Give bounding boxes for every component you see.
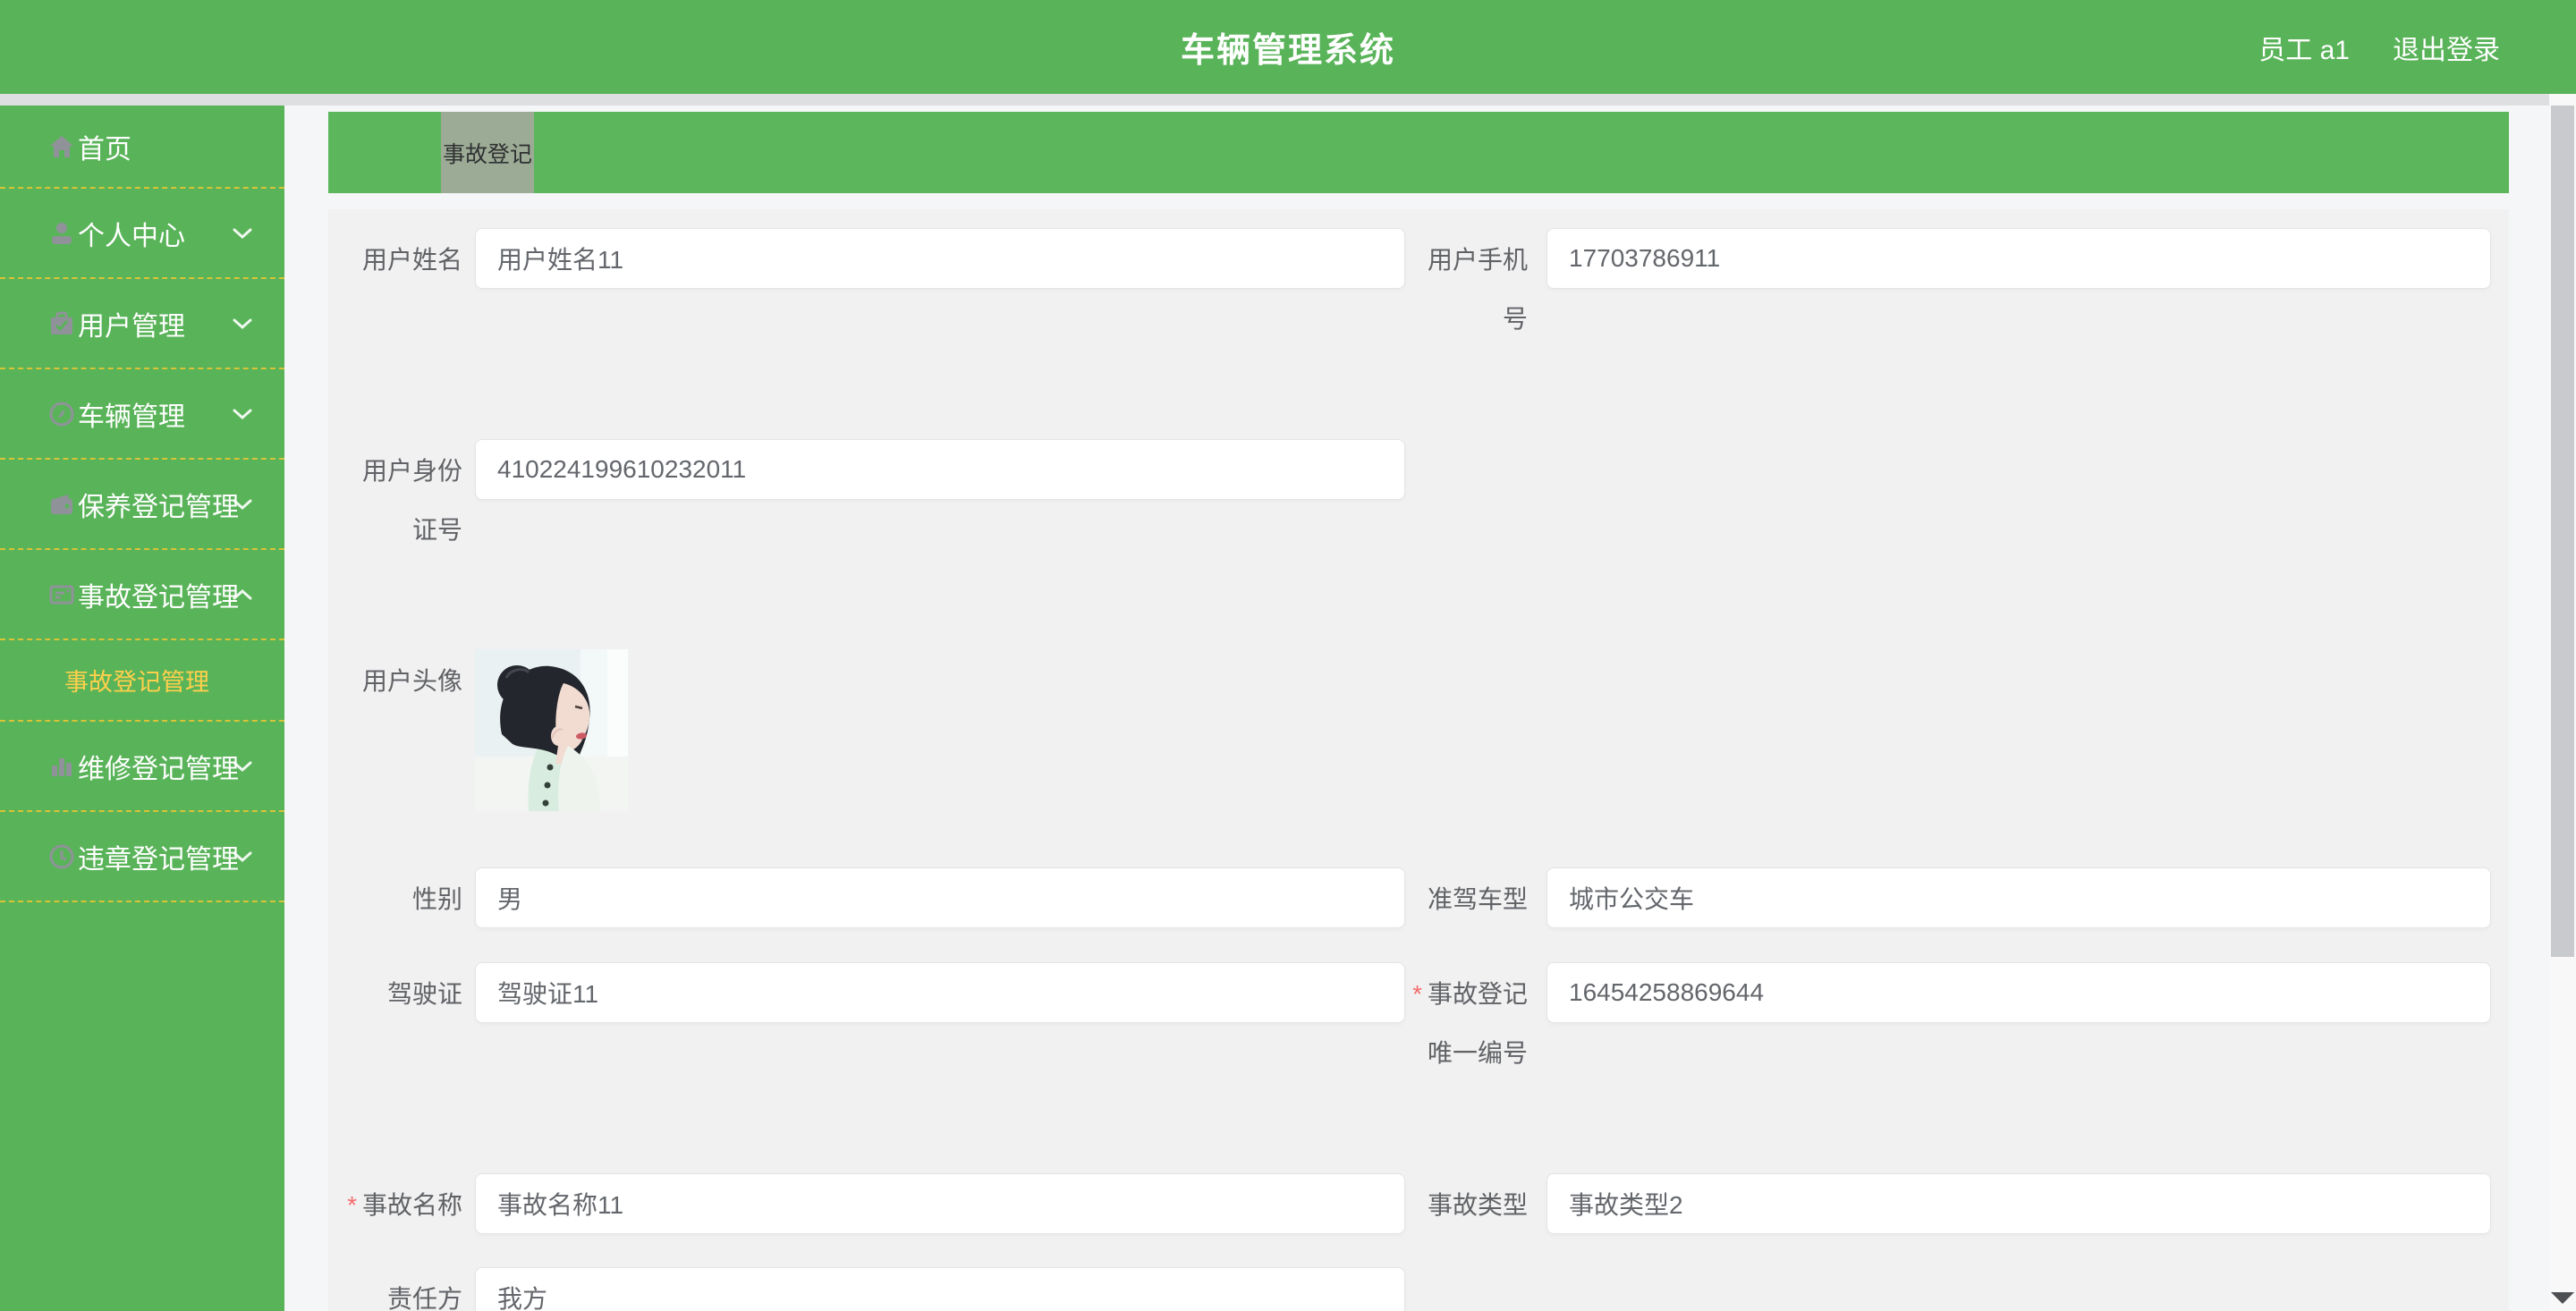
bar-chart-icon: [47, 752, 76, 781]
permit-type-label: 准驾车型: [1427, 885, 1528, 913]
sidebar-item-user-management[interactable]: 用户管理: [0, 279, 284, 369]
clock-icon: [47, 842, 76, 871]
user-name-label: 用户姓名: [361, 246, 462, 274]
user-avatar-image[interactable]: [475, 649, 628, 811]
user-icon: [47, 219, 76, 248]
gender-label: 性别: [411, 885, 462, 913]
briefcase-icon: [47, 309, 76, 338]
form-row: 事故名称 事故类型: [341, 1173, 2509, 1235]
user-id-label: 用户身份证号: [361, 457, 462, 544]
accident-type-field[interactable]: [1546, 1173, 2491, 1234]
sidebar-menu: 首页 个人中心 用户管理 车辆管理 保养登记管理 事故登记管理 事故登记管理 维…: [0, 106, 284, 1311]
logout-button[interactable]: 退出登录: [2393, 28, 2500, 67]
chevron-down-icon: [233, 318, 252, 329]
chevron-up-icon: [233, 588, 252, 599]
accident-name-label: 事故名称: [341, 1173, 462, 1235]
app-title: 车辆管理系统: [1180, 32, 1396, 70]
form-row: 性别 准驾车型: [341, 867, 2509, 929]
scrollbar-thumb[interactable]: [2551, 106, 2574, 957]
license-label: 驾驶证: [386, 980, 462, 1008]
accident-no-label: 事故登记唯一编号: [1405, 962, 1528, 1083]
message-icon: [47, 580, 76, 609]
user-phone-field[interactable]: [1546, 228, 2491, 289]
user-phone-label: 用户手机号: [1427, 246, 1528, 333]
responsible-field[interactable]: [475, 1267, 1405, 1311]
form-row: 用户身份证号: [341, 439, 2509, 560]
chevron-down-icon: [233, 499, 252, 510]
form-row-avatar: 用户头像: [341, 649, 2509, 811]
license-field[interactable]: [475, 962, 1405, 1023]
sidebar-item-violation-registration[interactable]: 违章登记管理: [0, 812, 284, 902]
responsible-label: 责任方: [386, 1285, 462, 1311]
sidebar-item-home[interactable]: 首页: [0, 106, 284, 189]
accident-detail-form: 用户姓名 用户手机号 用户身份证号 用户头像: [328, 209, 2509, 1311]
header-divider: [0, 94, 2576, 106]
sidebar-item-personal-center[interactable]: 个人中心: [0, 189, 284, 279]
wallet-icon: [47, 490, 76, 519]
user-avatar-label: 用户头像: [361, 667, 462, 695]
gender-field[interactable]: [475, 867, 1405, 928]
header-actions: 员工 a1 退出登录: [2258, 0, 2500, 94]
home-icon: [47, 132, 76, 161]
form-row: 责任方: [341, 1267, 2509, 1311]
tab-accident-register[interactable]: 事故登记: [441, 112, 534, 193]
accident-name-field[interactable]: [475, 1173, 1405, 1234]
chevron-down-icon: [233, 761, 252, 772]
sidebar-item-accident-registration[interactable]: 事故登记管理: [0, 550, 284, 640]
chevron-down-icon: [233, 851, 252, 862]
compass-icon: [47, 400, 76, 428]
page-scrollbar: [2549, 94, 2576, 1311]
tab-bar: 事故登记: [328, 112, 2509, 193]
chevron-down-icon: [233, 409, 252, 419]
permit-type-field[interactable]: [1546, 867, 2491, 928]
accident-no-field[interactable]: [1546, 962, 2491, 1023]
user-id-field[interactable]: [475, 439, 1405, 500]
form-row: 用户姓名 用户手机号: [341, 228, 2509, 349]
chevron-down-icon: [233, 228, 252, 239]
sidebar-item-vehicle-management[interactable]: 车辆管理: [0, 369, 284, 460]
form-row: 驾驶证 事故登记唯一编号: [341, 962, 2509, 1083]
app-header: 车辆管理系统 员工 a1 退出登录: [0, 0, 2576, 94]
sidebar-item-maintenance-registration[interactable]: 保养登记管理: [0, 460, 284, 550]
sidebar-item-repair-registration[interactable]: 维修登记管理: [0, 722, 284, 812]
user-name-field[interactable]: [475, 228, 1405, 289]
current-user-link[interactable]: 员工 a1: [2258, 28, 2350, 67]
accident-type-label: 事故类型: [1427, 1191, 1528, 1219]
scrollbar-down-arrow-icon[interactable]: [2550, 1285, 2575, 1310]
sidebar-subitem-accident-registration-management[interactable]: 事故登记管理: [0, 640, 284, 722]
